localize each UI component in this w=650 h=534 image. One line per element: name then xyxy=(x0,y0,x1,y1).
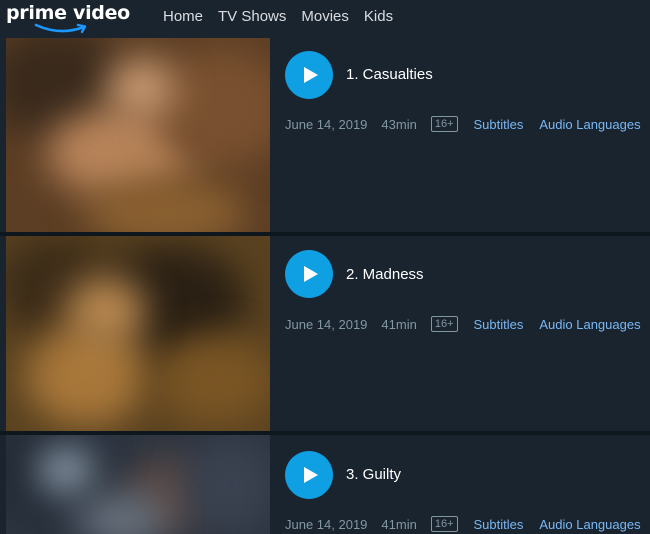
age-rating-badge: 16+ xyxy=(430,316,458,332)
play-button[interactable] xyxy=(285,451,333,499)
audio-languages-link[interactable]: Audio Languages xyxy=(539,317,640,332)
episode-meta: June 14, 2019 41min 16+ Subtitles Audio … xyxy=(285,316,650,332)
nav-movies[interactable]: Movies xyxy=(301,8,349,25)
duration: 41min xyxy=(381,516,417,532)
duration: 41min xyxy=(381,316,417,332)
duration: 43min xyxy=(381,116,417,132)
play-icon xyxy=(304,266,318,282)
age-rating-badge: 16+ xyxy=(430,516,458,532)
episode-thumbnail[interactable] xyxy=(6,236,270,431)
play-button[interactable] xyxy=(285,250,333,298)
episode-meta: June 14, 2019 41min 16+ Subtitles Audio … xyxy=(285,516,650,532)
play-button[interactable] xyxy=(285,51,333,99)
episode-row: 2. Madness June 14, 2019 41min 16+ Subti… xyxy=(0,236,650,431)
nav-tv-shows[interactable]: TV Shows xyxy=(218,8,286,25)
play-icon xyxy=(304,67,318,83)
audio-languages-link[interactable]: Audio Languages xyxy=(539,517,640,532)
episode-thumbnail[interactable] xyxy=(6,38,270,232)
episode-row: 3. Guilty June 14, 2019 41min 16+ Subtit… xyxy=(0,435,650,534)
smile-arrow-icon xyxy=(34,23,87,34)
release-date: June 14, 2019 xyxy=(285,516,368,532)
episode-title[interactable]: 1. Casualties xyxy=(346,66,433,83)
episode-thumbnail[interactable] xyxy=(6,435,270,534)
subtitles-link[interactable]: Subtitles xyxy=(474,517,524,532)
main-nav: Home TV Shows Movies Kids xyxy=(163,8,408,25)
subtitles-link[interactable]: Subtitles xyxy=(474,117,524,132)
release-date: June 14, 2019 xyxy=(285,316,368,332)
nav-kids[interactable]: Kids xyxy=(364,8,393,25)
play-icon xyxy=(304,467,318,483)
episode-row: 1. Casualties June 14, 2019 43min 16+ Su… xyxy=(0,38,650,232)
age-rating-badge: 16+ xyxy=(430,116,458,132)
subtitles-link[interactable]: Subtitles xyxy=(474,317,524,332)
nav-home[interactable]: Home xyxy=(163,8,203,25)
episode-meta: June 14, 2019 43min 16+ Subtitles Audio … xyxy=(285,116,650,132)
top-navigation-bar: prime video Home TV Shows Movies Kids xyxy=(0,0,650,38)
prime-video-logo[interactable]: prime video xyxy=(6,2,130,36)
logo-text: prime video xyxy=(6,2,130,24)
episode-title[interactable]: 2. Madness xyxy=(346,266,424,283)
audio-languages-link[interactable]: Audio Languages xyxy=(539,117,640,132)
episode-title[interactable]: 3. Guilty xyxy=(346,466,401,483)
release-date: June 14, 2019 xyxy=(285,116,368,132)
